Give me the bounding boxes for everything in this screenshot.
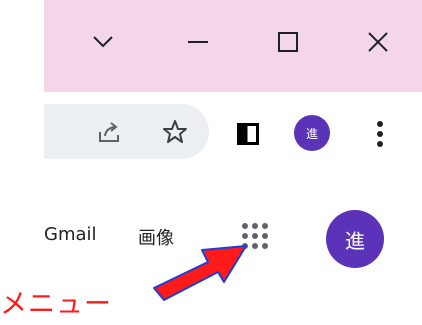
red-arrow-icon xyxy=(153,245,247,301)
left-margin xyxy=(0,0,44,325)
address-bar[interactable] xyxy=(44,104,209,159)
more-vertical-icon[interactable] xyxy=(376,120,384,148)
close-icon xyxy=(368,32,388,52)
maximize-button[interactable] xyxy=(263,22,313,62)
minimize-button[interactable] xyxy=(173,22,223,62)
title-bar xyxy=(44,0,422,92)
maximize-icon xyxy=(278,32,298,52)
account-avatar[interactable]: 進 xyxy=(326,210,384,268)
star-icon[interactable] xyxy=(162,119,188,145)
browser-toolbar: 進 xyxy=(44,92,422,174)
share-icon[interactable] xyxy=(96,119,122,145)
close-button[interactable] xyxy=(353,22,403,62)
gmail-link[interactable]: Gmail xyxy=(44,224,97,245)
side-panel-icon[interactable] xyxy=(237,123,259,145)
profile-avatar-text: 進 xyxy=(305,126,318,141)
chevron-down-icon xyxy=(93,36,113,48)
minimize-icon xyxy=(188,41,208,43)
account-avatar-text: 進 xyxy=(345,228,365,253)
profile-avatar[interactable]: 進 xyxy=(294,115,330,151)
annotation-label: メニュー xyxy=(0,289,112,320)
tab-search-button[interactable] xyxy=(78,22,128,62)
